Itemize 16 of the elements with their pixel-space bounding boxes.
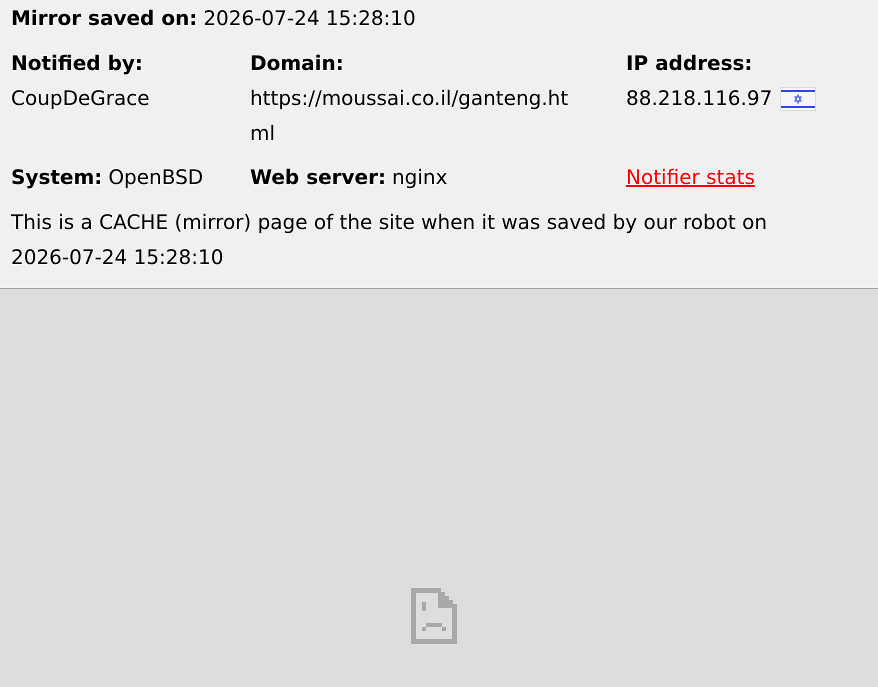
sad-document-icon [411,588,457,644]
detail-label: IP address: [626,50,752,77]
system-value: OpenBSD [108,164,204,191]
web-server-value: nginx [392,164,448,191]
detail-value: 88.218.116.97 [626,85,772,112]
notifier-stats-link[interactable]: Notifier stats [626,160,755,195]
mirror-saved-label: Mirror saved on: [11,4,198,32]
detail-value: CoupDeGrace [11,85,150,112]
system-label: System: [11,164,102,191]
detail-label: Notified by: [11,50,143,77]
detail-label: Domain: [250,50,344,77]
web-server-label: Web server: [250,164,386,191]
flag-icon [780,86,816,110]
detail-value: https://moussai.co.il/ganteng.html [250,85,570,147]
cache-notice: This is a CACHE (mirror) page of the site when it was saved by our robot on 2026-07-24 15:28:10 [11,209,768,271]
mirror-saved-date: 2026-07-24 15:28:10 [203,4,416,32]
